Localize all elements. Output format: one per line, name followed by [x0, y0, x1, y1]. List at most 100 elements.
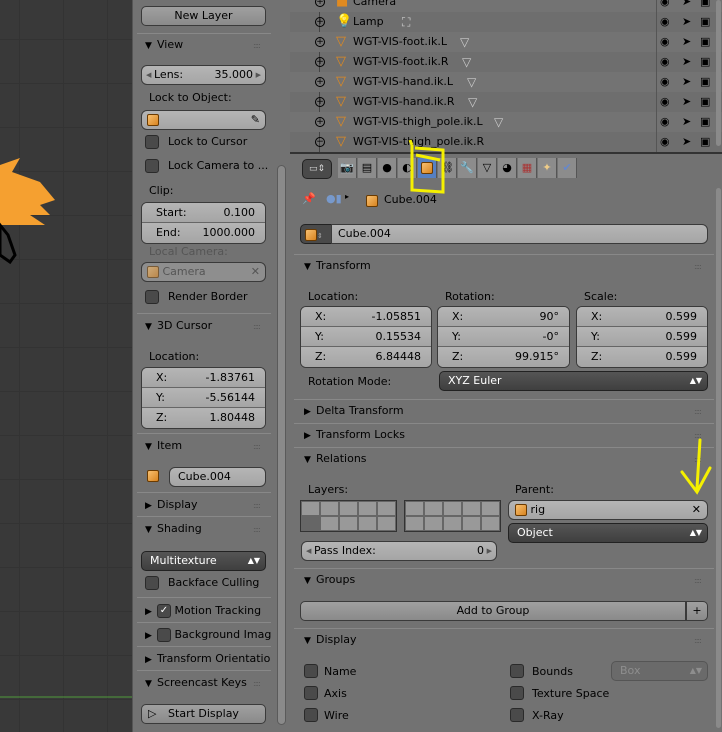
- outliner-row[interactable]: + 💡 Lamp ⛶ ◉ ➤ ▣: [290, 12, 722, 32]
- cursor-icon[interactable]: ➤: [682, 92, 691, 112]
- add-to-group-button[interactable]: Add to Group: [300, 601, 686, 621]
- outliner-scrollbar[interactable]: [716, 0, 721, 146]
- location-z-field[interactable]: Z: 6.84448: [301, 347, 431, 367]
- outliner-row[interactable]: + ■ Camera ◉ ➤ ▣: [290, 0, 722, 12]
- pass-index-field[interactable]: ◀ Pass Index: 0 ▶: [301, 541, 497, 561]
- render-tab-icon[interactable]: 📷: [338, 158, 357, 178]
- drag-grip-icon[interactable]: ::::: [694, 262, 702, 271]
- properties-scrollbar[interactable]: [716, 188, 721, 728]
- collapse-icon[interactable]: −: [315, 137, 325, 147]
- panel-transform-locks-header[interactable]: ▶ Transform Locks: [304, 428, 405, 441]
- location-y-field[interactable]: Y: 0.15534: [301, 327, 431, 347]
- expand-icon[interactable]: +: [315, 0, 325, 7]
- clip-end-field[interactable]: End: 1000.000: [142, 223, 265, 243]
- drag-grip-icon[interactable]: ::::: [253, 41, 261, 50]
- lens-field[interactable]: ◀ Lens: 35.000 ▶: [141, 65, 266, 85]
- outliner-row[interactable]: + ▽ WGT-VIS-hand.ik.L ▽ ◉ ➤ ▣: [290, 72, 722, 92]
- bounds-type-dropdown[interactable]: Box ▲▼: [611, 661, 708, 681]
- lamp-data-icon[interactable]: ⛶: [402, 12, 410, 32]
- clear-icon[interactable]: ✕: [251, 263, 260, 281]
- shading-mode-dropdown[interactable]: Multitexture ▲▼: [141, 551, 266, 571]
- eye-icon[interactable]: ◉: [660, 72, 670, 92]
- cursor-icon[interactable]: ➤: [682, 112, 691, 132]
- mesh-data-icon[interactable]: ▽: [460, 32, 469, 52]
- drag-grip-icon[interactable]: ::::: [253, 442, 261, 451]
- rotation-y-field[interactable]: Y: -0°: [438, 327, 569, 347]
- expand-icon[interactable]: +: [315, 97, 325, 107]
- rotation-x-field[interactable]: X: 90°: [438, 307, 569, 327]
- physics-tab-icon[interactable]: ✔: [558, 158, 577, 178]
- scale-z-field[interactable]: Z: 0.599: [577, 347, 707, 367]
- mesh-data-icon[interactable]: ▽: [468, 92, 477, 112]
- panel-display-header[interactable]: ▼ Display: [304, 633, 357, 646]
- 3d-viewport[interactable]: [0, 0, 132, 732]
- expand-icon[interactable]: +: [315, 17, 325, 27]
- drag-grip-icon[interactable]: ::::: [694, 431, 702, 440]
- editor-type-menu[interactable]: ▭⇕: [302, 159, 332, 179]
- data-tab-icon[interactable]: ▽: [478, 158, 497, 178]
- eye-icon[interactable]: ◉: [660, 112, 670, 132]
- outliner-row[interactable]: + ▽ WGT-VIS-thigh_pole.ik.L ▽ ◉ ➤ ▣: [290, 112, 722, 132]
- cursor-icon[interactable]: ➤: [682, 0, 691, 12]
- world-tab-icon[interactable]: ◐: [398, 158, 417, 178]
- outliner-row[interactable]: + ▽ WGT-VIS-hand.ik.R ▽ ◉ ➤ ▣: [290, 92, 722, 112]
- object-browse-button[interactable]: ⇕: [300, 224, 332, 244]
- motion-tracking-checkbox[interactable]: ✓: [157, 604, 171, 618]
- drag-grip-icon[interactable]: ::::: [694, 455, 702, 464]
- render-icon[interactable]: ▣: [700, 52, 710, 72]
- cursor-icon[interactable]: ➤: [682, 32, 691, 52]
- panel-delta-transform-header[interactable]: ▶ Delta Transform: [304, 404, 404, 417]
- render-layers-tab-icon[interactable]: ▤: [358, 158, 377, 178]
- backface-culling-checkbox[interactable]: [145, 576, 159, 590]
- eye-icon[interactable]: ◉: [660, 92, 670, 112]
- drag-grip-icon[interactable]: ::::: [253, 322, 261, 331]
- material-tab-icon[interactable]: ◕: [498, 158, 517, 178]
- panel-view-header[interactable]: ▼ View: [145, 38, 183, 51]
- location-x-field[interactable]: X: -1.05851: [301, 307, 431, 327]
- render-icon[interactable]: ▣: [700, 132, 710, 152]
- display-texture-space-checkbox[interactable]: [510, 686, 524, 700]
- drag-grip-icon[interactable]: ::::: [694, 636, 702, 645]
- outliner-row[interactable]: + ▽ WGT-VIS-foot.ik.R ▽ ◉ ➤ ▣: [290, 52, 722, 72]
- cursor-icon[interactable]: ➤: [682, 72, 691, 92]
- eye-icon[interactable]: ◉: [660, 132, 670, 152]
- panel-screencast-keys-header[interactable]: ▼ Screencast Keys: [145, 676, 247, 689]
- render-icon[interactable]: ▣: [700, 12, 710, 32]
- clear-parent-icon[interactable]: ✕: [692, 501, 701, 519]
- constraints-tab-icon[interactable]: ⛓: [438, 158, 457, 178]
- cursor-icon[interactable]: ➤: [682, 132, 691, 152]
- cursor-y-field[interactable]: Y: -5.56144: [142, 388, 265, 408]
- mesh-data-icon[interactable]: ▽: [462, 52, 471, 72]
- render-icon[interactable]: ▣: [700, 92, 710, 112]
- parent-field[interactable]: rig ✕: [508, 500, 708, 520]
- new-layer-button[interactable]: New Layer: [141, 6, 266, 26]
- render-icon[interactable]: ▣: [700, 32, 710, 52]
- expand-icon[interactable]: +: [315, 57, 325, 67]
- display-wire-checkbox[interactable]: [304, 708, 318, 722]
- mesh-data-icon[interactable]: ▽: [467, 72, 476, 92]
- shelf-scrollbar[interactable]: [277, 165, 286, 725]
- object-tab-icon[interactable]: [418, 158, 437, 178]
- panel-transform-header[interactable]: ▼ Transform: [304, 259, 371, 272]
- background-images-checkbox[interactable]: [157, 628, 171, 642]
- layers-grid-left[interactable]: [300, 500, 397, 532]
- render-icon[interactable]: ▣: [700, 72, 710, 92]
- panel-3d-cursor-header[interactable]: ▼ 3D Cursor: [145, 319, 212, 332]
- lock-camera-checkbox[interactable]: [145, 159, 159, 173]
- scene-tab-icon[interactable]: ●: [378, 158, 397, 178]
- local-camera-field[interactable]: Camera ✕: [141, 262, 266, 282]
- panel-relations-header[interactable]: ▼ Relations: [304, 452, 367, 465]
- display-xray-checkbox[interactable]: [510, 708, 524, 722]
- render-border-checkbox[interactable]: [145, 290, 159, 304]
- rotation-z-field[interactable]: Z: 99.915°: [438, 347, 569, 367]
- expand-icon[interactable]: +: [315, 117, 325, 127]
- cursor-icon[interactable]: ➤: [682, 52, 691, 72]
- panel-transform-orientations-header[interactable]: ▶ Transform Orientatio: [145, 652, 270, 665]
- mesh-data-icon[interactable]: ▽: [494, 112, 503, 132]
- eye-icon[interactable]: ◉: [660, 12, 670, 32]
- eye-icon[interactable]: ◉: [660, 32, 670, 52]
- clip-start-field[interactable]: Start: 0.100: [142, 203, 265, 223]
- display-name-checkbox[interactable]: [304, 664, 318, 678]
- expand-icon[interactable]: +: [315, 37, 325, 47]
- panel-display-header[interactable]: ▶ Display: [145, 498, 198, 511]
